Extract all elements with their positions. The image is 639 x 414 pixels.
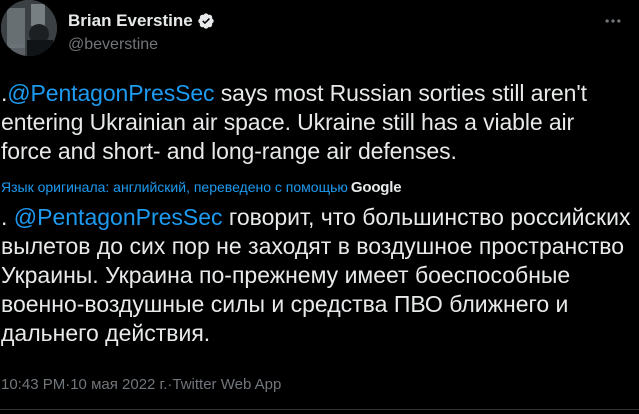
translation-notice-text: Язык оригинала: английский, переведено с…: [1, 179, 348, 195]
translated-text: . @PentagonPresSec говорит, что большинс…: [1, 203, 633, 348]
tweet-meta: 10:43 PM · 10 мая 2022 г. · Twitter Web …: [1, 374, 281, 394]
avatar[interactable]: [1, 0, 57, 56]
tweet-source[interactable]: Twitter Web App: [172, 376, 281, 393]
author-header: Brian Everstine @beverstine: [68, 10, 215, 54]
google-logo: Google: [350, 178, 402, 196]
tweet-date[interactable]: 10 мая 2022 г.: [70, 376, 167, 393]
tweet: Brian Everstine @beverstine .@PentagonPr…: [0, 0, 639, 414]
translated-text-prefix: .: [1, 204, 14, 230]
display-name[interactable]: Brian Everstine: [68, 11, 193, 31]
divider: [0, 409, 639, 410]
tweet-time[interactable]: 10:43 PM: [1, 376, 65, 393]
display-name-row: Brian Everstine: [68, 10, 215, 32]
tweet-text: .@PentagonPresSec says most Russian sort…: [1, 79, 631, 166]
translation-notice[interactable]: Язык оригинала: английский, переведено с…: [1, 177, 402, 197]
translated-mention-link[interactable]: @PentagonPresSec: [14, 204, 223, 230]
more-options-icon[interactable]: [600, 8, 626, 34]
verified-badge-icon: [197, 12, 215, 30]
avatar-photo: [1, 0, 57, 56]
mention-link[interactable]: @PentagonPresSec: [7, 80, 214, 106]
author-handle[interactable]: @beverstine: [68, 36, 215, 54]
